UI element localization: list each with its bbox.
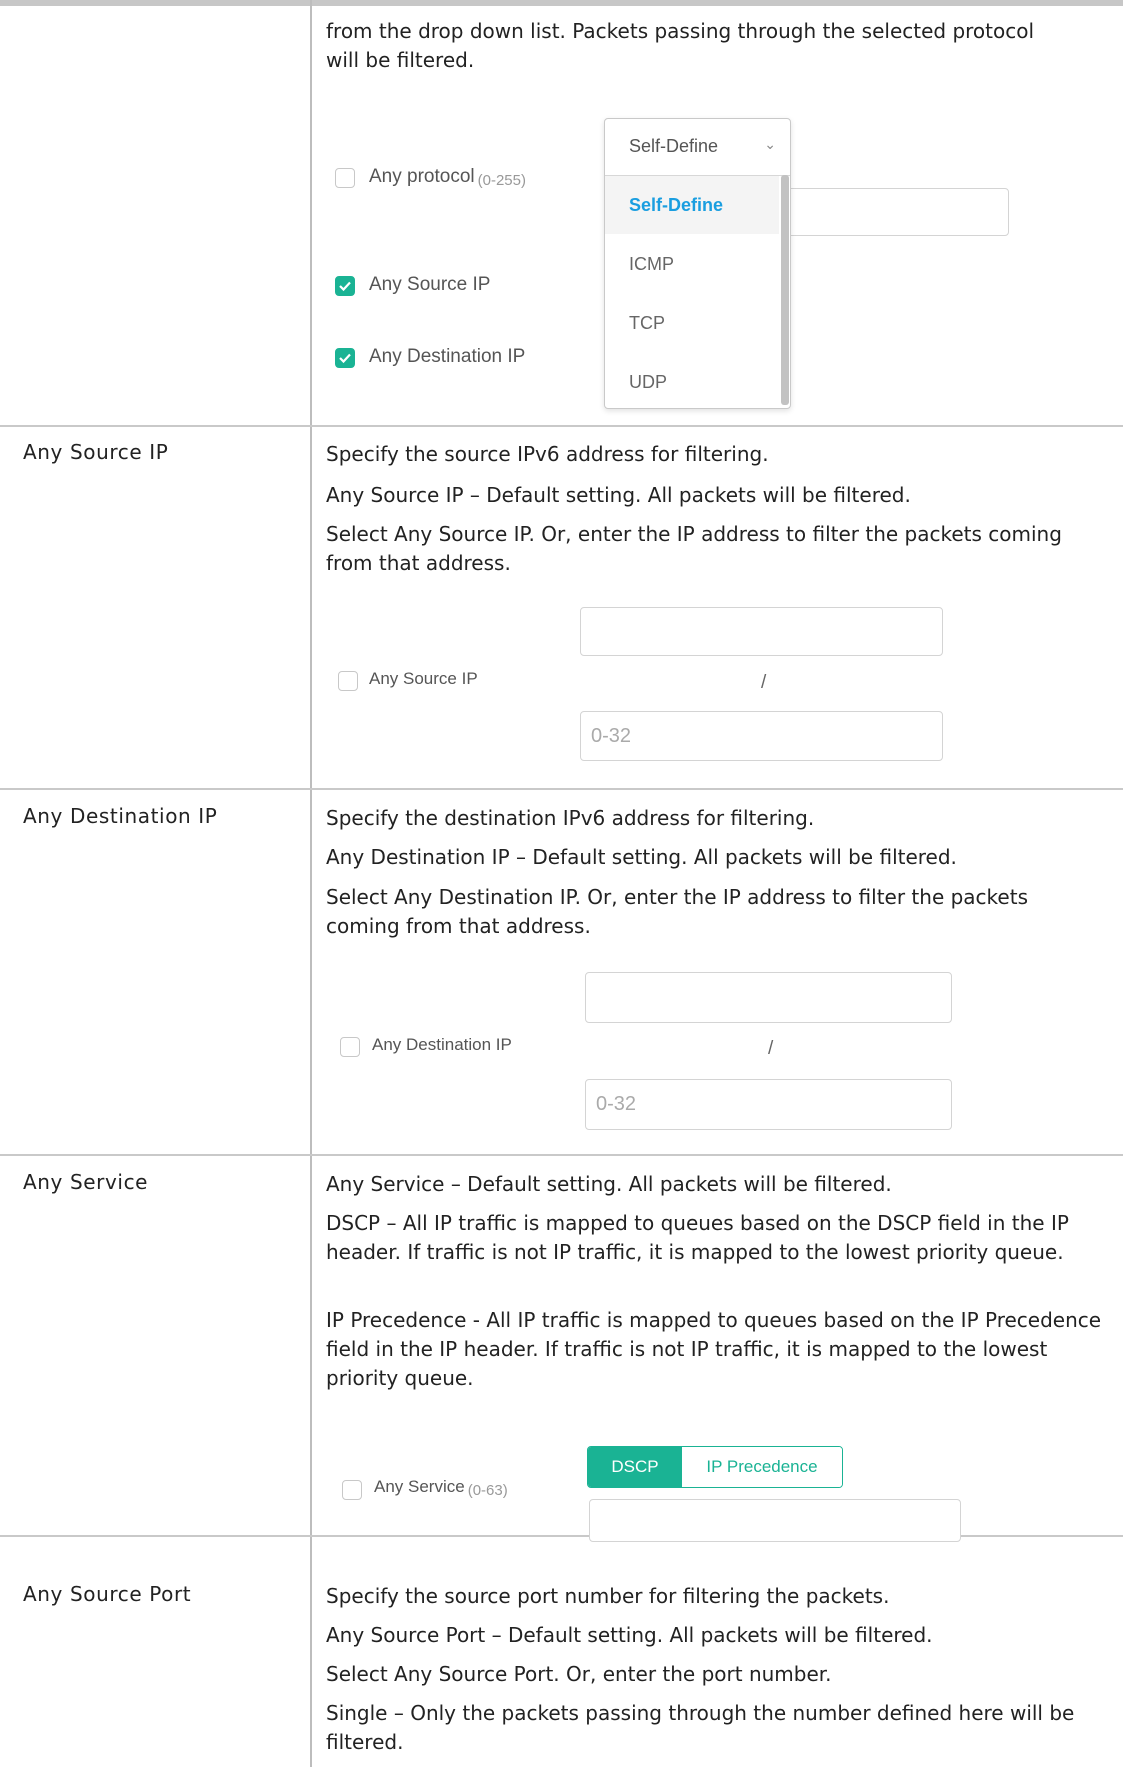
destination-ip-line-2: Any Destination IP – Default setting. Al… — [326, 845, 957, 869]
destination-ip-line-3: Select Any Destination IP. Or, enter the… — [326, 885, 1028, 938]
source-port-line-3: Select Any Source Port. Or, enter the po… — [326, 1662, 832, 1686]
any-source-ip-checkbox[interactable] — [338, 671, 358, 691]
row-label-source-ip: Any Source IP — [23, 440, 169, 464]
source-ip-line-1: Specify the source IPv6 address for filt… — [326, 442, 769, 466]
source-ip-line-3: Select Any Source IP. Or, enter the IP a… — [326, 522, 1062, 575]
protocol-number-input[interactable] — [760, 188, 1009, 236]
destination-ip-address-input[interactable] — [585, 972, 952, 1023]
protocol-description: from the drop down list. Packets passing… — [326, 19, 1035, 72]
row-divider — [0, 788, 1123, 790]
destination-ip-line-1: Specify the destination IPv6 address for… — [326, 806, 815, 830]
any-source-ip-checkbox-label: Any Source IP — [369, 669, 478, 688]
source-ip-address-input[interactable] — [580, 607, 943, 656]
service-line-3: IP Precedence - All IP traffic is mapped… — [326, 1308, 1102, 1390]
dropdown-header[interactable]: Self-Define ⌄ — [605, 119, 790, 176]
row-divider — [0, 1154, 1123, 1156]
dscp-segment[interactable]: DSCP — [588, 1447, 682, 1487]
source-port-line-1: Specify the source port number for filte… — [326, 1584, 890, 1608]
row-label-destination-ip: Any Destination IP — [23, 804, 218, 828]
source-port-line-2: Any Source Port – Default setting. All p… — [326, 1623, 933, 1647]
any-destination-ip-checkbox[interactable] — [340, 1037, 360, 1057]
source-ip-line-2: Any Source IP – Default setting. All pac… — [326, 483, 911, 507]
service-line-1: Any Service – Default setting. All packe… — [326, 1172, 892, 1196]
row-label-source-port: Any Source Port — [23, 1582, 192, 1606]
dropdown-option-tcp[interactable]: TCP — [605, 294, 779, 352]
destination-ip-mask-input[interactable]: 0-32 — [585, 1079, 952, 1130]
source-port-line-4: Single – Only the packets passing throug… — [326, 1701, 1075, 1754]
row-label-service: Any Service — [23, 1170, 149, 1194]
chevron-down-icon: ⌄ — [764, 137, 776, 153]
any-protocol-checkbox[interactable] — [335, 168, 355, 188]
source-ip-mask-input[interactable]: 0-32 — [580, 711, 943, 761]
dropdown-option-udp[interactable]: UDP — [605, 353, 779, 411]
checkmark-icon — [339, 353, 351, 364]
service-line-2: DSCP – All IP traffic is mapped to queue… — [326, 1211, 1069, 1264]
any-destination-ip-label: Any Destination IP — [369, 346, 526, 367]
any-destination-ip-checkbox-checked[interactable] — [335, 348, 355, 368]
dropdown-selected-value: Self-Define — [629, 136, 719, 156]
row-divider — [0, 425, 1123, 427]
any-service-checkbox[interactable] — [342, 1480, 362, 1500]
column-divider — [310, 0, 312, 1767]
dropdown-option-self-define[interactable]: Self-Define — [605, 176, 779, 234]
checkmark-icon — [339, 281, 351, 292]
any-service-label: Any Service (0-63) — [374, 1477, 508, 1499]
any-source-ip-label: Any Source IP — [369, 274, 491, 295]
dropdown-scrollbar[interactable] — [781, 175, 789, 405]
any-destination-ip-checkbox-label: Any Destination IP — [372, 1035, 512, 1054]
service-type-toggle[interactable]: DSCP IP Precedence — [587, 1446, 843, 1488]
top-border — [0, 0, 1123, 6]
dropdown-option-icmp[interactable]: ICMP — [605, 235, 779, 293]
any-protocol-label: Any protocol (0-255) — [369, 166, 526, 189]
prefix-slash: / — [768, 1038, 774, 1059]
any-source-ip-checkbox-checked[interactable] — [335, 276, 355, 296]
prefix-slash: / — [761, 672, 767, 693]
service-value-input[interactable] — [589, 1499, 961, 1542]
ip-precedence-segment[interactable]: IP Precedence — [682, 1447, 842, 1487]
protocol-dropdown[interactable]: Self-Define ⌄ Self-Define ICMP TCP UDP — [604, 118, 791, 409]
